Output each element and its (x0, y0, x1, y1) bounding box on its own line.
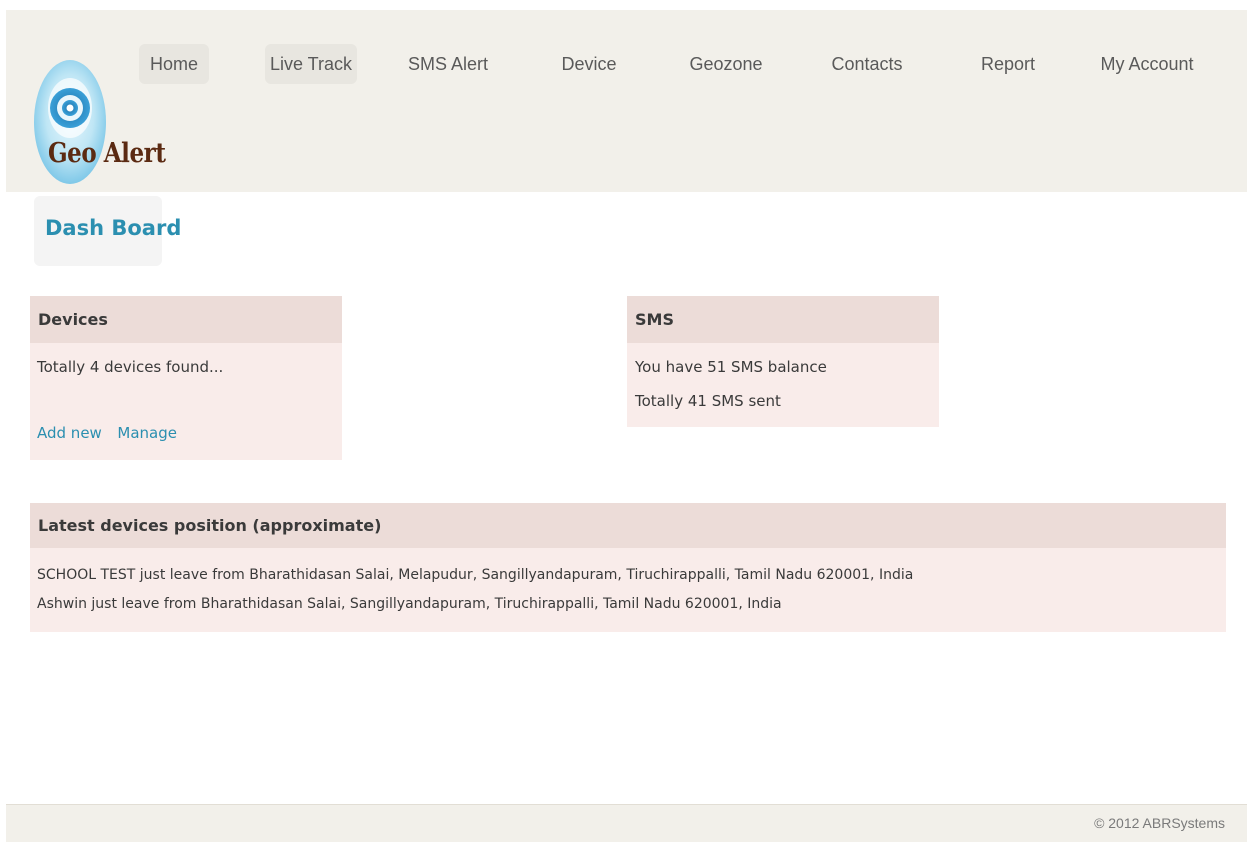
nav-item-report[interactable]: Report (973, 44, 1043, 84)
main-nav: Home Live Track SMS Alert Device Geozone… (6, 44, 1247, 84)
devices-actions: Add new Manage (37, 424, 177, 442)
position-entry: Ashwin just leave from Bharathidasan Sal… (37, 596, 782, 612)
nav-item-contacts[interactable]: Contacts (824, 44, 910, 84)
devices-summary: Totally 4 devices found... (37, 358, 224, 376)
nav-item-home[interactable]: Home (139, 44, 209, 84)
page: Geo Alert Home Live Track SMS Alert Devi… (0, 0, 1247, 842)
add-new-device-link[interactable]: Add new (37, 424, 102, 442)
positions-panel-header: Latest devices position (approximate) (30, 503, 1226, 548)
positions-panel-body: SCHOOL TEST just leave from Bharathidasa… (30, 548, 1226, 632)
devices-panel-header: Devices (30, 296, 342, 343)
copyright-text: © 2012 ABRSystems (1094, 815, 1225, 831)
position-entry: SCHOOL TEST just leave from Bharathidasa… (37, 567, 914, 583)
nav-item-device[interactable]: Device (554, 44, 624, 84)
nav-item-live-track[interactable]: Live Track (265, 44, 357, 84)
sms-panel-header: SMS (627, 296, 939, 343)
page-title: Dash Board (45, 216, 182, 240)
footer: © 2012 ABRSystems (6, 805, 1247, 842)
sms-panel-body: You have 51 SMS balance Totally 41 SMS s… (627, 343, 939, 427)
nav-item-geozone[interactable]: Geozone (686, 44, 766, 84)
sms-sent-text: Totally 41 SMS sent (635, 392, 781, 410)
devices-panel-body: Totally 4 devices found... Add new Manag… (30, 343, 342, 460)
sms-balance-text: You have 51 SMS balance (635, 358, 827, 376)
nav-item-sms-alert[interactable]: SMS Alert (402, 44, 494, 84)
header-bar: Geo Alert Home Live Track SMS Alert Devi… (6, 10, 1247, 192)
logo-text: Geo Alert (48, 138, 166, 169)
nav-item-my-account[interactable]: My Account (1092, 44, 1202, 84)
manage-devices-link[interactable]: Manage (117, 424, 177, 442)
